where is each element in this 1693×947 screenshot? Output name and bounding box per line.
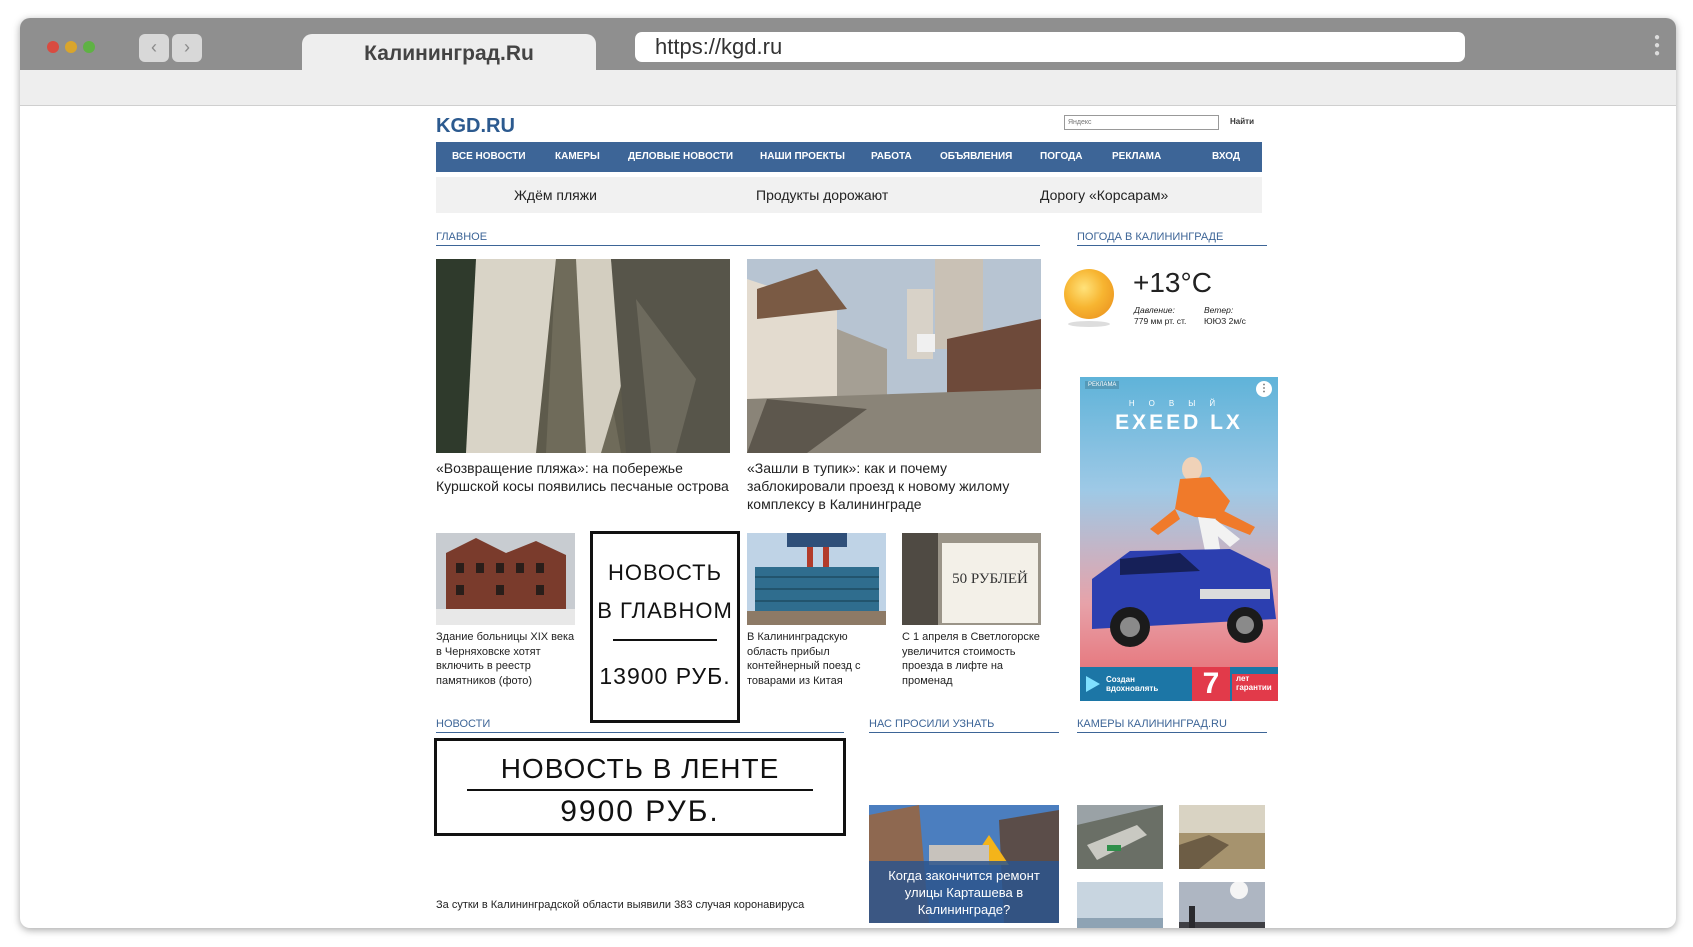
sun-icon [1064,269,1114,319]
ad-banner-tag: РЕКЛАМА [1085,381,1120,389]
camera-thumbnail[interactable] [1077,805,1163,869]
maximize-window-button[interactable] [83,41,95,53]
ad-banner-footer: Создан вдохновлять 7 лет гарантии [1080,667,1278,701]
weather-temperature: +13°C [1133,267,1212,298]
camera-thumbnail[interactable] [1077,882,1163,928]
ad-banner-warranty: лет гарантии [1232,674,1278,701]
story-caption[interactable]: В Калининградскую область прибыл контейн… [747,630,887,688]
nav-item-all-news[interactable]: ВСЕ НОВОСТИ [452,142,526,172]
browser-toolbar [20,70,1676,106]
search-input[interactable] [1064,115,1219,130]
story-photo-hospital[interactable] [436,533,575,625]
weather-pressure-label: Давление: [1134,305,1175,315]
arrow-icon [1086,676,1100,692]
browser-tab[interactable]: Калининград.Ru [302,34,596,70]
hospital-image [436,533,575,625]
weather-wind: Ветер: ЮЮЗ 2м/с [1204,305,1246,327]
chevron-left-icon: ‹ [151,37,157,57]
ad-banner-image [1092,457,1276,647]
story-caption[interactable]: С 1 апреля в Светлогорске увеличится сто… [902,630,1042,688]
story-caption[interactable]: «Возвращение пляжа»: на побережье Куршск… [436,459,732,495]
ad-banner-number: 7 [1192,667,1230,701]
web-page: KGD.RU Найти ВСЕ НОВОСТИ КАМЕРЫ ДЕЛОВЫЕ … [20,107,1676,928]
weather-pressure-value: 779 мм рт. ст. [1134,316,1187,326]
browser-titlebar: ‹ › Калининград.Ru https://kgd.ru ● ● ● [20,18,1676,70]
nav-item-jobs[interactable]: РАБОТА [871,142,912,172]
story-caption[interactable]: Здание больницы XIX века в Черняховске х… [436,630,576,688]
price-sign-text: 50 РУБЛЕЙ [952,570,1028,587]
search-button[interactable]: Найти [1230,117,1254,126]
close-window-button[interactable] [47,41,59,53]
ad-banner-exeed[interactable]: РЕКЛАМА ⋮ НОВЫЙ EXEED LX Создан вдохновл… [1080,377,1278,701]
ad-slot-feed-price: 9900 РУБ. [560,795,720,828]
camera-thumbnail[interactable] [1179,805,1265,869]
trend-link[interactable]: Продукты дорожают [756,177,888,213]
site-logo[interactable]: KGD.RU [436,115,515,138]
nav-item-weather[interactable]: ПОГОДА [1040,142,1083,172]
ad-banner-subtitle: НОВЫЙ [1128,399,1230,408]
trending-topics: Ждём пляжи Продукты дорожают Дорогу «Кор… [436,177,1262,213]
section-title-main[interactable]: ГЛАВНОЕ [436,231,1040,246]
container-image [747,533,886,625]
camera-image [1179,882,1265,928]
camera-image [1077,882,1163,928]
section-title-asked[interactable]: НАС ПРОСИЛИ УЗНАТЬ [869,718,1059,733]
camera-image [1077,805,1163,869]
nav-item-our-projects[interactable]: НАШИ ПРОЕКТЫ [760,142,845,172]
section-title-cameras[interactable]: КАМЕРЫ КАЛИНИНГРАД.RU [1077,718,1267,733]
story-caption[interactable]: «Зашли в тупик»: как и почему заблокиров… [747,459,1047,513]
story-photo-price-sign[interactable]: 50 РУБЛЕЙ [902,533,1041,625]
asked-card-title: Когда закончится ремонт улицы Карташева … [869,861,1059,923]
story-photo-container[interactable] [747,533,886,625]
news-item[interactable]: За сутки в Калининградской области выяви… [436,898,846,913]
price-sign-image: 50 РУБЛЕЙ [902,533,1041,625]
weather-wind-value: ЮЮЗ 2м/с [1204,316,1246,326]
nav-item-classifieds[interactable]: ОБЪЯВЛЕНИЯ [940,142,1012,172]
section-title-news[interactable]: НОВОСТИ [436,718,844,733]
nav-item-advertising[interactable]: РЕКЛАМА [1112,142,1161,172]
address-bar[interactable]: https://kgd.ru [635,32,1465,62]
ad-slot-feed[interactable]: НОВОСТЬ В ЛЕНТЕ 9900 РУБ. [434,738,846,836]
weather-pressure: Давление: 779 мм рт. ст. [1134,305,1186,327]
minimize-window-button[interactable] [65,41,77,53]
camera-image [1179,805,1265,869]
trend-link[interactable]: Ждём пляжи [514,177,597,213]
street-image [747,259,1041,453]
main-navigation: ВСЕ НОВОСТИ КАМЕРЫ ДЕЛОВЫЕ НОВОСТИ НАШИ … [436,142,1262,172]
ad-slot-main-line2: В ГЛАВНОМ [597,598,733,623]
browser-menu-icon[interactable]: ● ● ● [1654,33,1660,59]
trend-link[interactable]: Дорогу «Корсарам» [1040,177,1168,213]
more-options-icon[interactable]: ⋮ [1256,381,1272,397]
ad-banner-slogan: Создан вдохновлять [1106,675,1159,693]
camera-thumbnail[interactable] [1179,882,1265,928]
nav-item-business-news[interactable]: ДЕЛОВЫЕ НОВОСТИ [628,142,733,172]
ad-slot-main-price: 13900 РУБ. [599,663,731,689]
ad-slot-divider [467,789,813,791]
back-button[interactable]: ‹ [139,34,169,62]
weather-wind-label: Ветер: [1204,305,1234,315]
chevron-right-icon: › [184,37,190,57]
ad-slot-divider [613,639,717,641]
story-photo-beach[interactable] [436,259,730,453]
forward-button[interactable]: › [172,34,202,62]
beach-image [436,259,730,453]
browser-window: ‹ › Калининград.Ru https://kgd.ru ● ● ● KG… [20,18,1676,928]
sun-shadow [1068,321,1110,327]
ad-slot-feed-line1: НОВОСТЬ В ЛЕНТЕ [500,753,780,784]
ad-slot-main[interactable]: НОВОСТЬ В ГЛАВНОМ 13900 РУБ. [590,531,740,723]
story-photo-street[interactable] [747,259,1041,453]
nav-item-login[interactable]: ВХОД [1212,142,1240,172]
ad-slot-main-line1: НОВОСТЬ [607,560,723,585]
section-title-weather[interactable]: ПОГОДА В КАЛИНИНГРАДЕ [1077,231,1267,246]
asked-card[interactable]: Когда закончится ремонт улицы Карташева … [869,805,1059,923]
ad-banner-title: EXEED LX [1115,411,1243,434]
nav-item-cameras[interactable]: КАМЕРЫ [555,142,600,172]
